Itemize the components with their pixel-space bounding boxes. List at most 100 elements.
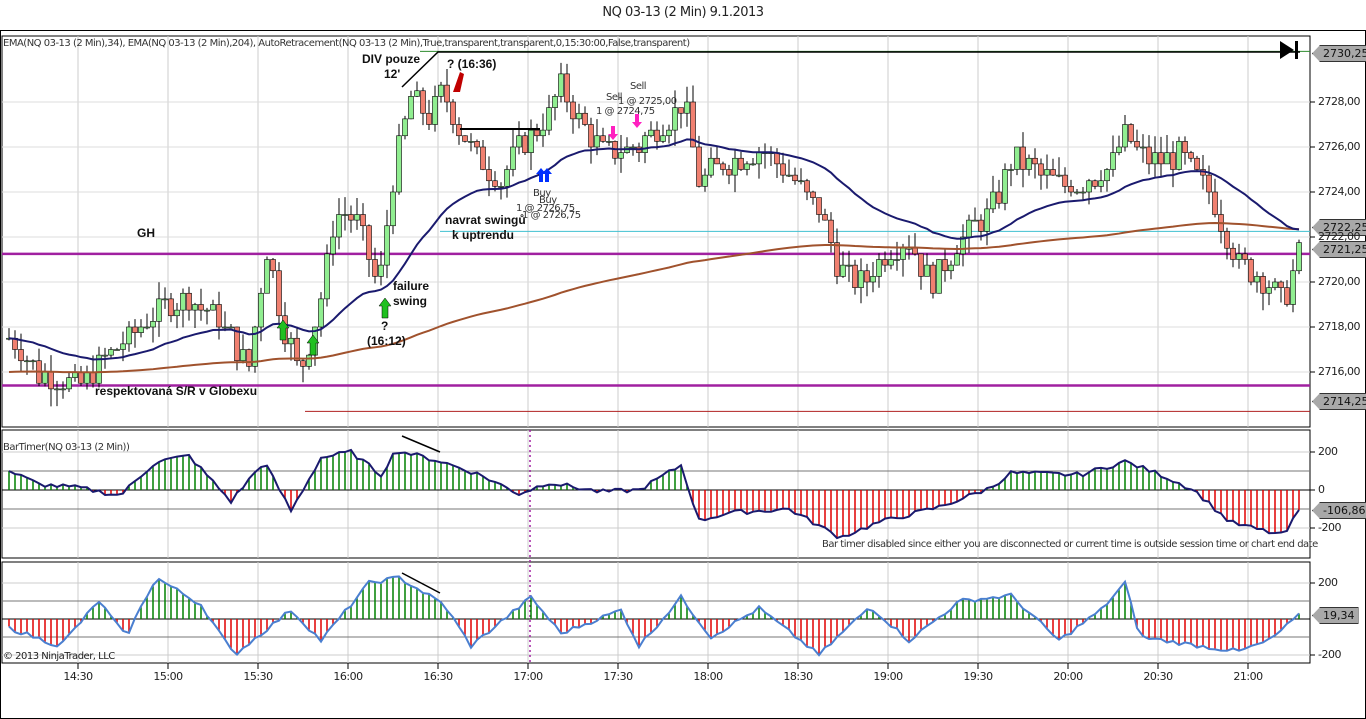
candle bbox=[594, 135, 600, 148]
candle bbox=[1296, 242, 1302, 272]
candle bbox=[1032, 157, 1038, 165]
candle bbox=[516, 135, 522, 148]
candle bbox=[60, 388, 66, 391]
candle bbox=[1008, 169, 1014, 171]
candle bbox=[720, 163, 726, 170]
candle bbox=[78, 371, 84, 384]
candle bbox=[750, 163, 756, 166]
annotation-div-12: 12' bbox=[384, 67, 401, 81]
candle bbox=[1104, 169, 1110, 182]
candle bbox=[504, 169, 510, 187]
candle bbox=[168, 298, 174, 317]
candle bbox=[1194, 157, 1200, 170]
candle bbox=[1110, 152, 1116, 170]
candle bbox=[1212, 191, 1218, 215]
oscillator-value-label: 19,34 bbox=[1312, 607, 1359, 624]
candle bbox=[414, 90, 420, 97]
candle bbox=[738, 157, 744, 170]
candle bbox=[204, 309, 210, 312]
candle bbox=[1146, 146, 1152, 165]
price-label-low: 2714,25 bbox=[1312, 393, 1366, 410]
candle bbox=[1062, 174, 1068, 187]
price-label-last: 2721,25 bbox=[1312, 241, 1366, 258]
candle bbox=[84, 371, 90, 384]
candle bbox=[336, 214, 342, 238]
scroll-to-end-icon[interactable] bbox=[1280, 41, 1294, 59]
candle bbox=[354, 214, 360, 221]
sell-arrow-icon bbox=[453, 72, 464, 92]
candle bbox=[174, 309, 180, 317]
candle bbox=[576, 112, 582, 120]
candle bbox=[606, 141, 612, 143]
y-tick-label: 200 bbox=[1318, 576, 1338, 589]
x-tick-label: 17:00 bbox=[513, 670, 543, 683]
annotation-gh: GH bbox=[137, 226, 155, 240]
x-tick-label: 16:00 bbox=[333, 670, 363, 683]
candle bbox=[456, 124, 462, 137]
candle bbox=[1272, 281, 1278, 288]
candle bbox=[156, 298, 162, 322]
candle bbox=[780, 163, 786, 176]
candle bbox=[882, 259, 888, 266]
candle bbox=[810, 191, 816, 198]
x-tick-label: 20:30 bbox=[1143, 670, 1173, 683]
candle bbox=[900, 247, 906, 260]
price-panel-legend: EMA(NQ 03-13 (2 Min),34), EMA(NQ 03-13 (… bbox=[3, 38, 690, 49]
annotation-navrat-2: k uptrendu bbox=[452, 228, 514, 242]
candle bbox=[870, 276, 876, 283]
candle bbox=[276, 270, 282, 317]
candle bbox=[270, 259, 276, 272]
candle bbox=[924, 264, 930, 277]
candle bbox=[1290, 270, 1296, 305]
candle bbox=[1242, 253, 1248, 260]
candle bbox=[180, 292, 186, 311]
oscillator-line bbox=[8, 575, 1300, 657]
candle bbox=[240, 349, 246, 362]
candle bbox=[666, 129, 672, 137]
candle bbox=[534, 129, 540, 137]
y-tick-label: 200 bbox=[1318, 445, 1338, 458]
candle bbox=[1206, 174, 1212, 193]
candle bbox=[348, 214, 354, 221]
candle bbox=[144, 326, 150, 329]
candle bbox=[930, 264, 936, 294]
candle bbox=[954, 253, 960, 266]
candle bbox=[684, 101, 690, 114]
candle bbox=[522, 135, 528, 153]
candle bbox=[876, 259, 882, 277]
candle bbox=[582, 112, 588, 125]
candle bbox=[48, 371, 54, 390]
candle bbox=[948, 264, 954, 272]
candle bbox=[384, 225, 390, 266]
candle bbox=[564, 73, 570, 103]
x-tick-label: 15:30 bbox=[243, 670, 273, 683]
annotation-failure-2: swing bbox=[393, 294, 428, 308]
annotation-div: DIV pouze bbox=[362, 52, 421, 66]
divergence-line-bartimer bbox=[401, 435, 441, 453]
candle bbox=[126, 326, 132, 345]
candle bbox=[1230, 247, 1236, 260]
candle bbox=[1092, 180, 1098, 187]
copyright: © 2013 NinjaTrader, LLC bbox=[3, 651, 115, 662]
x-tick-label: 16:30 bbox=[423, 670, 453, 683]
candle bbox=[540, 129, 546, 137]
candle bbox=[1236, 253, 1242, 260]
candle bbox=[1086, 180, 1092, 193]
sell-price-1: 1 @ 2724,75 bbox=[596, 106, 655, 117]
candle bbox=[24, 360, 30, 363]
chart-canvas[interactable] bbox=[0, 0, 1366, 719]
price-label-top: 2730,25 bbox=[1312, 45, 1366, 62]
ema-204-line bbox=[8, 222, 1300, 374]
candle bbox=[66, 377, 72, 390]
candle bbox=[816, 197, 822, 215]
candle bbox=[672, 107, 678, 131]
annotation-sr: respektovaná S/R v Globexu bbox=[95, 384, 258, 398]
y-tick-label: 2722,00 bbox=[1318, 230, 1361, 243]
y-tick-label: 2726,00 bbox=[1318, 140, 1361, 153]
candle bbox=[1248, 259, 1254, 283]
y-tick-label: 0 bbox=[1318, 483, 1325, 496]
sell-label-2: Sell bbox=[630, 81, 647, 92]
candle bbox=[1176, 141, 1182, 170]
candle bbox=[756, 152, 762, 165]
candle bbox=[444, 84, 450, 103]
